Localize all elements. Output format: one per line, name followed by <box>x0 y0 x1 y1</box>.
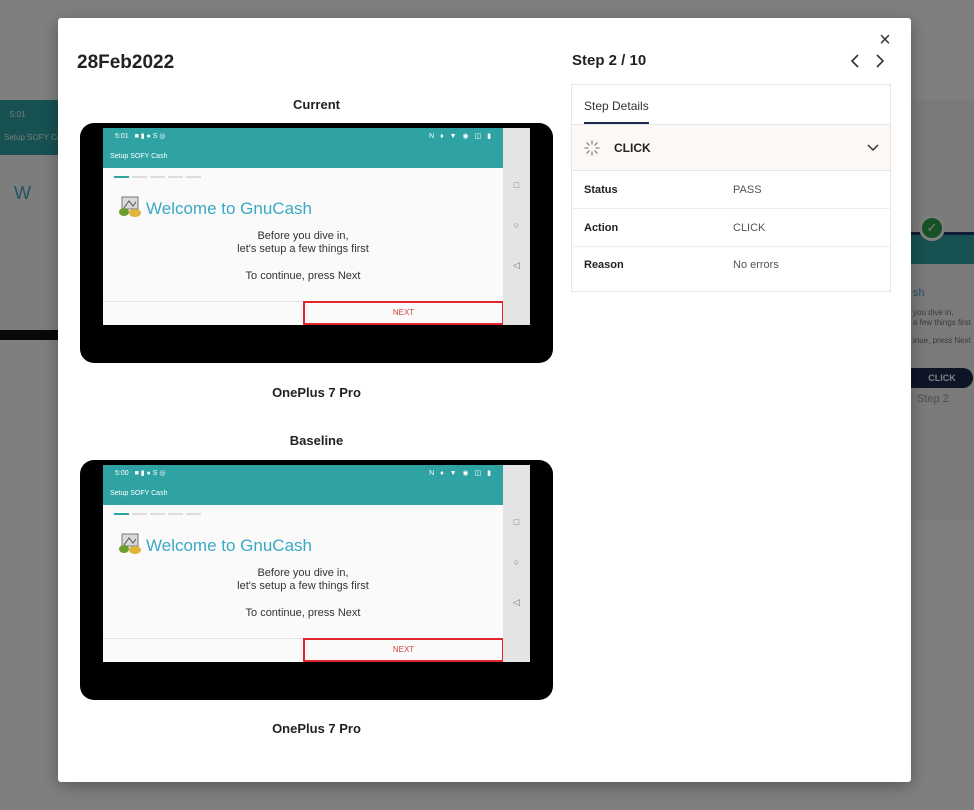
loading-spinner-icon <box>584 140 600 156</box>
status-time: 5:00 <box>115 470 129 477</box>
action-name: CLICK <box>614 141 651 155</box>
recents-icon: □ <box>513 517 520 527</box>
action-row: Action CLICK <box>572 210 890 247</box>
status-time: 5:01 <box>115 133 129 140</box>
android-nav-bar: □ ○ ◁ <box>503 465 530 662</box>
gnucash-logo-icon <box>119 533 141 554</box>
next-step-button[interactable] <box>872 52 888 70</box>
previous-step-button[interactable] <box>847 52 863 70</box>
status-bar: 5:01 ■ ▮ ● S ◎ N ♦ ▼ ◉ ◫ ▮ <box>103 128 503 146</box>
status-key: Status <box>584 184 618 196</box>
welcome-heading: Welcome to GnuCash <box>146 199 312 218</box>
device-screen: 5:01 ■ ▮ ● S ◎ N ♦ ▼ ◉ ◫ ▮ Setup SOFY Ca… <box>103 128 503 325</box>
status-row: Status PASS <box>572 172 890 209</box>
intro-line-1: Before you dive in, <box>257 567 349 579</box>
progress-indicator <box>114 513 201 515</box>
action-accordion-header[interactable]: CLICK <box>572 125 890 171</box>
status-bar: 5:00 ■ ▮ ● S ◎ N ♦ ▼ ◉ ◫ ▮ <box>103 465 503 483</box>
action-key: Action <box>584 222 619 234</box>
android-nav-bar: □ ○ ◁ <box>503 128 530 325</box>
reason-value: No errors <box>733 259 779 271</box>
welcome-heading: Welcome to GnuCash <box>146 536 312 555</box>
close-button[interactable]: × <box>875 30 895 50</box>
next-button-highlight: NEXT <box>303 301 503 325</box>
next-button-highlight: NEXT <box>303 638 503 662</box>
device-screen: 5:00 ■ ▮ ● S ◎ N ♦ ▼ ◉ ◫ ▮ Setup SOFY Ca… <box>103 465 503 662</box>
baseline-device-name: OnePlus 7 Pro <box>272 721 361 736</box>
intro-line-2: let's setup a few things first <box>237 580 369 592</box>
home-icon: ○ <box>513 220 520 230</box>
back-icon: ◁ <box>513 260 520 270</box>
current-screenshot: 5:01 ■ ▮ ● S ◎ N ♦ ▼ ◉ ◫ ▮ Setup SOFY Ca… <box>80 123 553 363</box>
chevron-left-icon <box>850 54 859 68</box>
tab-step-details[interactable]: Step Details <box>584 99 649 124</box>
app-bar-title: Setup SOFY Cash <box>103 146 503 168</box>
step-details-panel: Step Details CLICK Status PASS Action CL… <box>571 84 891 292</box>
status-icons: ■ ▮ ● S ◎ <box>134 133 166 140</box>
status-right-icons: N ♦ ▼ ◉ ◫ ▮ <box>429 133 493 140</box>
continue-text: To continue, press Next <box>245 270 361 282</box>
step-comparison-modal: × 28Feb2022 Current 5:01 ■ ▮ ● S ◎ N ♦ ▼… <box>58 18 911 782</box>
tab-bar: Step Details <box>572 85 890 125</box>
reason-key: Reason <box>584 259 624 271</box>
step-counter: Step 2 / 10 <box>572 52 647 69</box>
baseline-screenshot: 5:00 ■ ▮ ● S ◎ N ♦ ▼ ◉ ◫ ▮ Setup SOFY Ca… <box>80 460 553 700</box>
chevron-right-icon <box>876 54 885 68</box>
intro-line-2: let's setup a few things first <box>237 243 369 255</box>
gnucash-logo-icon <box>119 196 141 217</box>
status-icons: ■ ▮ ● S ◎ <box>134 470 166 477</box>
status-value: PASS <box>733 184 762 196</box>
page-title: 28Feb2022 <box>77 52 175 73</box>
recents-icon: □ <box>513 180 520 190</box>
progress-indicator <box>114 176 201 178</box>
current-device-name: OnePlus 7 Pro <box>272 385 361 400</box>
app-bar-title: Setup SOFY Cash <box>103 483 503 505</box>
home-icon: ○ <box>513 557 520 567</box>
baseline-label: Baseline <box>289 433 344 448</box>
chevron-down-icon[interactable] <box>866 140 880 154</box>
action-value: CLICK <box>733 222 766 234</box>
back-icon: ◁ <box>513 597 520 607</box>
status-right-icons: N ♦ ▼ ◉ ◫ ▮ <box>429 470 493 477</box>
current-label: Current <box>293 97 340 112</box>
continue-text: To continue, press Next <box>245 607 361 619</box>
reason-row: Reason No errors <box>572 247 890 284</box>
intro-line-1: Before you dive in, <box>257 230 349 242</box>
